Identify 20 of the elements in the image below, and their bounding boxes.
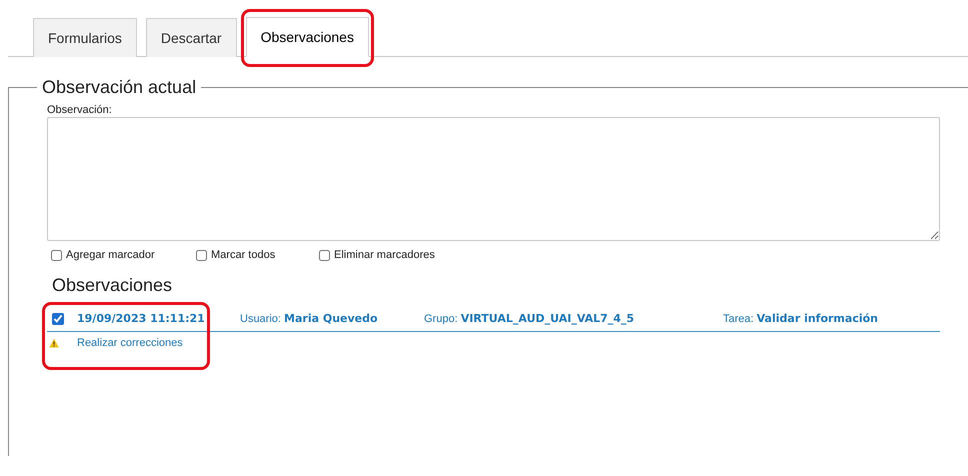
user-text: Usuario: Maria Quevedo <box>240 312 379 325</box>
group-text: Grupo: VIRTUAL_AUD_UAI_VAL7_4_5 <box>424 312 636 325</box>
tab[interactable]: Observaciones <box>246 17 369 57</box>
section-heading: Observaciones <box>52 275 174 296</box>
field-label: Observación: <box>47 104 113 116</box>
observation-field[interactable] <box>47 117 940 241</box>
warning-icon <box>49 338 59 348</box>
checkbox-label[interactable]: Marcar todos <box>211 249 276 261</box>
warning-link[interactable]: Realizar correcciones <box>77 337 183 349</box>
task-text: Tarea: Validar información <box>723 312 878 325</box>
tab[interactable]: Formularios <box>33 18 137 57</box>
checkbox-label[interactable]: Agregar marcador <box>66 249 155 261</box>
observation-date: 19/09/2023 11:11:21 <box>77 312 206 325</box>
section-title: Observación actual <box>41 77 198 98</box>
tab[interactable]: Descartar <box>146 18 237 57</box>
checkbox[interactable] <box>51 250 62 260</box>
checkbox[interactable] <box>196 250 207 260</box>
checkbox[interactable] <box>52 312 64 324</box>
checkbox-label[interactable]: Eliminar marcadores <box>334 249 435 261</box>
checkbox[interactable] <box>319 250 330 260</box>
